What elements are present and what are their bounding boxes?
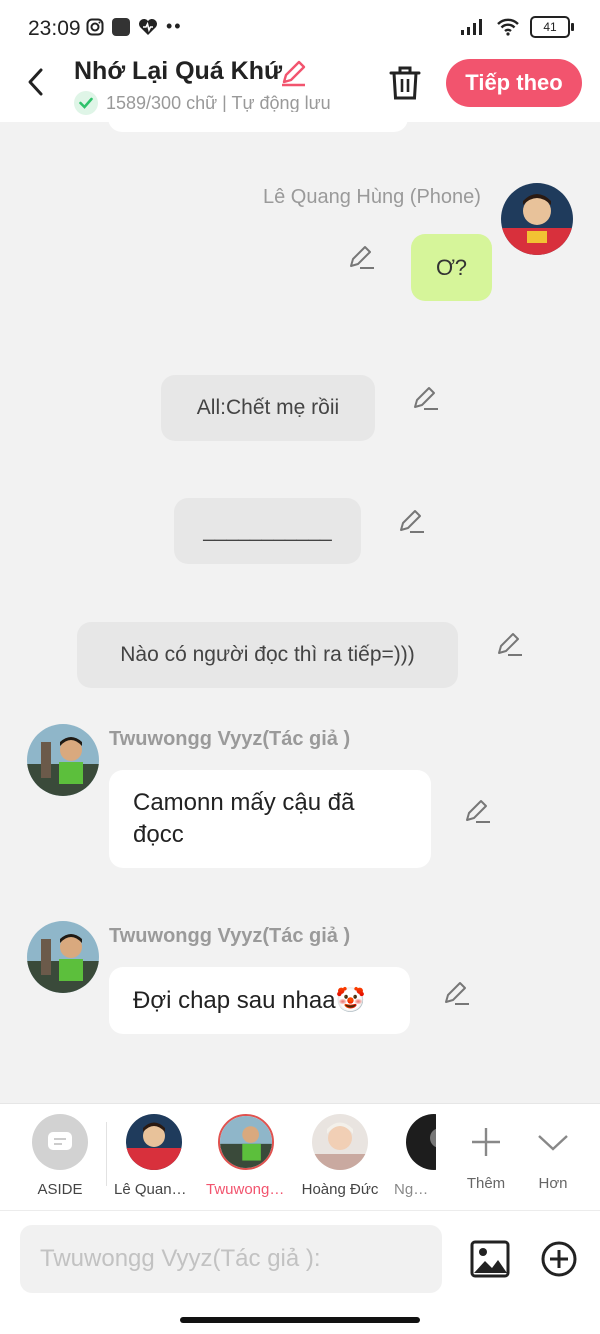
edit-icon[interactable]	[412, 384, 440, 412]
home-indicator	[180, 1317, 420, 1323]
character-aside[interactable]: ASIDE	[20, 1114, 100, 1198]
aside-bubble[interactable]: Nào có người đọc thì ra tiếp=)))	[77, 622, 458, 688]
character-item[interactable]: Nguyễn	[384, 1114, 436, 1198]
add-circle-icon[interactable]	[540, 1240, 578, 1278]
previous-message-bubble	[108, 112, 408, 132]
avatar[interactable]	[27, 724, 99, 796]
character-selector: ASIDE Lê Quang Hùng (Phone) Twuwongg Vyy…	[0, 1103, 600, 1210]
wifi-icon	[497, 18, 519, 36]
word-count-status: 1589/300 chữ | Tự động lưu	[106, 92, 331, 113]
message-author-name: Twuwongg Vyyz(Tác giả )	[109, 728, 351, 750]
back-arrow-icon[interactable]	[22, 64, 52, 100]
trash-icon[interactable]	[388, 64, 422, 102]
avatar	[218, 1114, 274, 1170]
image-icon[interactable]	[470, 1240, 510, 1278]
saved-check-icon	[74, 91, 98, 115]
edit-icon[interactable]	[464, 797, 492, 825]
character-item[interactable]: Hoàng Đức	[300, 1114, 380, 1198]
more-notifications-icon: ••	[166, 16, 183, 36]
message-bubble[interactable]: Đợi chap sau nhaa🤡	[109, 967, 410, 1034]
edit-icon[interactable]	[398, 507, 426, 535]
instagram-icon	[86, 18, 104, 35]
edit-icon[interactable]	[348, 243, 376, 271]
story-title: Nhớ Lại Quá Khứ	[74, 57, 283, 85]
plus-icon	[472, 1128, 500, 1156]
aside-icon	[32, 1114, 88, 1170]
edit-icon[interactable]	[496, 630, 524, 658]
edit-title-icon[interactable]	[278, 58, 308, 88]
message-input[interactable]	[20, 1225, 442, 1293]
avatar	[406, 1114, 436, 1170]
edit-icon[interactable]	[443, 979, 471, 1007]
message-author-name: Twuwongg Vyyz(Tác giả )	[109, 925, 351, 947]
battery-indicator: 41	[530, 16, 574, 38]
status-time: 23:09	[28, 17, 81, 40]
status-bar: 23:09 •• 41	[0, 0, 600, 56]
expand-characters-button[interactable]: Hơn	[513, 1114, 593, 1192]
avatar[interactable]	[27, 921, 99, 993]
signal-icon	[461, 19, 482, 35]
input-bar	[0, 1210, 600, 1334]
avatar	[126, 1114, 182, 1170]
character-label: ASIDE	[37, 1181, 83, 1198]
expand-label: Hơn	[538, 1175, 568, 1192]
character-label: Lê Quang Hùng (Phone)	[114, 1181, 194, 1198]
next-button[interactable]: Tiếp theo	[446, 59, 582, 107]
heart-app-icon	[139, 18, 157, 35]
message-bubble[interactable]: Ơ?	[411, 234, 492, 301]
character-item[interactable]: Lê Quang Hùng (Phone)	[114, 1114, 194, 1198]
aside-bubble[interactable]: All:Chết mẹ rồii	[161, 375, 375, 441]
aside-bubble[interactable]: ___________	[174, 498, 361, 564]
character-label: Hoàng Đức	[301, 1181, 379, 1198]
app-icon	[112, 17, 130, 36]
chevron-down-icon	[538, 1135, 568, 1151]
character-label: Nguyễn	[394, 1181, 436, 1198]
character-item-selected[interactable]: Twuwongg Vyyz(Tác giả )	[206, 1114, 286, 1198]
message-author-name: Lê Quang Hùng (Phone)	[263, 186, 481, 208]
message-bubble[interactable]: Camonn mấy cậu đã đọcc	[109, 770, 431, 868]
character-label: Twuwongg Vyyz(Tác giả )	[206, 1181, 286, 1198]
avatar	[312, 1114, 368, 1170]
avatar[interactable]	[501, 183, 573, 255]
